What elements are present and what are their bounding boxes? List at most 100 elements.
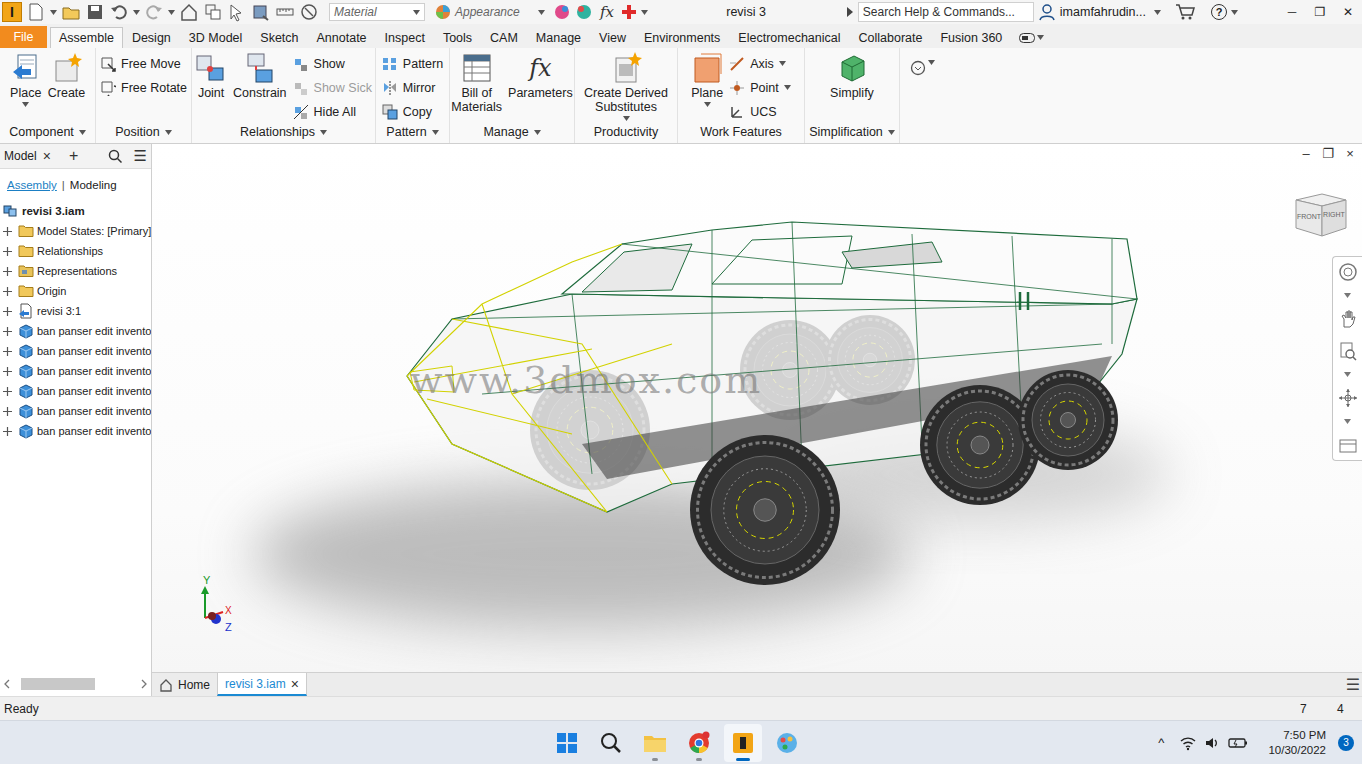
expand-plus-icon[interactable]	[3, 387, 12, 396]
viewport-restore-button[interactable]: ❐	[1318, 146, 1338, 161]
measure-icon[interactable]	[275, 2, 295, 22]
ribbon-tab[interactable]: CAM	[481, 27, 527, 48]
dropdown-arrow-icon[interactable]	[1344, 419, 1351, 424]
ribbon-tab[interactable]: View	[590, 27, 635, 48]
viewport-minimize-button[interactable]: –	[1296, 146, 1316, 161]
expand-plus-icon[interactable]	[3, 247, 12, 256]
dropdown-arrow-icon[interactable]	[50, 10, 57, 15]
display-icon[interactable]	[299, 2, 319, 22]
scroll-left-icon[interactable]	[3, 679, 11, 689]
dropdown-arrow-icon[interactable]	[413, 10, 420, 15]
mode-tab[interactable]: Modeling	[70, 179, 117, 191]
scroll-right-icon[interactable]	[140, 679, 148, 689]
dropdown-arrow-icon[interactable]	[623, 116, 630, 121]
expand-plus-icon[interactable]	[3, 287, 12, 296]
browser-close-button[interactable]: ×	[43, 148, 51, 164]
undo-icon[interactable]	[109, 2, 129, 22]
battery-icon[interactable]	[1228, 735, 1248, 751]
dropdown-arrow-icon[interactable]	[538, 10, 545, 15]
more-panels-icon[interactable]	[910, 60, 926, 76]
start-icon[interactable]	[555, 731, 579, 755]
user-icon[interactable]	[1038, 3, 1056, 21]
user-name[interactable]: imamfahrudin...	[1060, 5, 1146, 19]
taskbar-app[interactable]	[680, 724, 718, 762]
expand-plus-icon[interactable]	[3, 407, 12, 416]
tray-overflow-button[interactable]: ^	[1158, 735, 1164, 750]
inventor-icon[interactable]	[731, 731, 755, 755]
speaker-icon[interactable]	[1204, 735, 1220, 751]
look-at-icon[interactable]	[1337, 434, 1359, 456]
expand-plus-icon[interactable]	[3, 267, 12, 276]
dropdown-arrow-icon[interactable]	[534, 130, 541, 135]
document-menu-button[interactable]: ☰	[1346, 675, 1360, 694]
wifi-icon[interactable]	[1180, 735, 1196, 751]
dropdown-arrow-icon[interactable]	[534, 130, 541, 135]
scroll-left-icon[interactable]	[3, 679, 11, 689]
expand-plus-icon[interactable]	[3, 427, 12, 436]
taskbar-app[interactable]	[724, 724, 762, 762]
dropdown-arrow-icon[interactable]	[623, 116, 630, 121]
dropdown-arrow-icon[interactable]	[641, 10, 648, 15]
viewcube[interactable]: FRONTRIGHT	[1292, 186, 1350, 240]
select-icon[interactable]	[227, 2, 247, 22]
select-icon[interactable]	[227, 2, 247, 22]
ribbon-button[interactable]: Copy	[382, 100, 443, 123]
ribbon-button[interactable]: Create Derived Substitutes	[580, 52, 672, 121]
dropdown-arrow-icon[interactable]	[928, 60, 935, 65]
dropdown-arrow-icon[interactable]	[79, 130, 86, 135]
tree-item[interactable]: revisi 3:1	[0, 301, 151, 321]
scroll-right-icon[interactable]	[140, 679, 148, 689]
help-button[interactable]: ?	[1211, 4, 1227, 20]
expand-plus-icon[interactable]	[3, 347, 12, 356]
save-icon[interactable]	[85, 2, 105, 22]
dropdown-arrow-icon[interactable]	[22, 102, 29, 107]
dropdown-arrow-icon[interactable]	[50, 10, 57, 15]
dropdown-arrow-icon[interactable]	[1154, 10, 1161, 15]
ribbon-button[interactable]: fxParameters	[508, 52, 573, 100]
cart-icon[interactable]	[1175, 3, 1195, 21]
open-icon[interactable]	[61, 2, 81, 22]
open-icon[interactable]	[61, 2, 81, 22]
ribbon-button[interactable]: Mirror	[382, 76, 443, 99]
undo-icon[interactable]	[109, 2, 129, 22]
ribbon-tab[interactable]: Design	[123, 27, 180, 48]
new-file-icon[interactable]	[26, 2, 46, 22]
document-tab[interactable]: revisi 3.iam×	[217, 673, 307, 696]
home-icon[interactable]	[179, 2, 199, 22]
expand-plus-icon[interactable]	[3, 267, 12, 276]
tree-item[interactable]: Origin	[0, 281, 151, 301]
tree-item[interactable]: ban panser edit invento	[0, 321, 151, 341]
user-icon[interactable]	[1038, 3, 1056, 21]
views-icon[interactable]	[203, 2, 223, 22]
ribbon-tab[interactable]: 3D Model	[180, 27, 252, 48]
mode-tab[interactable]: Assembly	[7, 179, 57, 191]
expand-plus-icon[interactable]	[3, 387, 12, 396]
ribbon-button[interactable]: Free Rotate	[100, 76, 187, 99]
restore-button[interactable]: ❐	[1306, 5, 1334, 19]
zoom-icon[interactable]	[1337, 340, 1359, 362]
redo-icon[interactable]	[144, 2, 164, 22]
expand-plus-icon[interactable]	[3, 367, 12, 376]
group-label[interactable]: Manage	[450, 121, 574, 143]
expand-plus-icon[interactable]	[3, 327, 12, 336]
dropdown-arrow-icon[interactable]	[641, 10, 648, 15]
inventor-icon[interactable]	[731, 731, 755, 755]
new-file-icon[interactable]	[26, 2, 46, 22]
tree-item[interactable]: ban panser edit invento	[0, 341, 151, 361]
dropdown-arrow-icon[interactable]	[1344, 293, 1351, 298]
cart-icon[interactable]	[1175, 3, 1195, 21]
dropdown-arrow-icon[interactable]	[133, 10, 140, 15]
more-panels-icon[interactable]	[910, 60, 926, 76]
ribbon-button[interactable]: UCS	[729, 100, 791, 123]
dropdown-arrow-icon[interactable]	[1037, 35, 1044, 40]
wifi-icon[interactable]	[1180, 735, 1196, 751]
update-icon[interactable]	[251, 2, 271, 22]
ribbon-tab[interactable]: Collaborate	[850, 27, 932, 48]
ribbon-button[interactable]: Free Move	[100, 52, 187, 75]
ribbon-tab[interactable]: Annotate	[308, 27, 376, 48]
dropdown-arrow-icon[interactable]	[1231, 10, 1238, 15]
tree-item[interactable]: ban panser edit invento	[0, 381, 151, 401]
zoom-icon[interactable]	[1337, 340, 1359, 362]
save-icon[interactable]	[85, 2, 105, 22]
panel-toggle-icon[interactable]	[1019, 33, 1035, 43]
